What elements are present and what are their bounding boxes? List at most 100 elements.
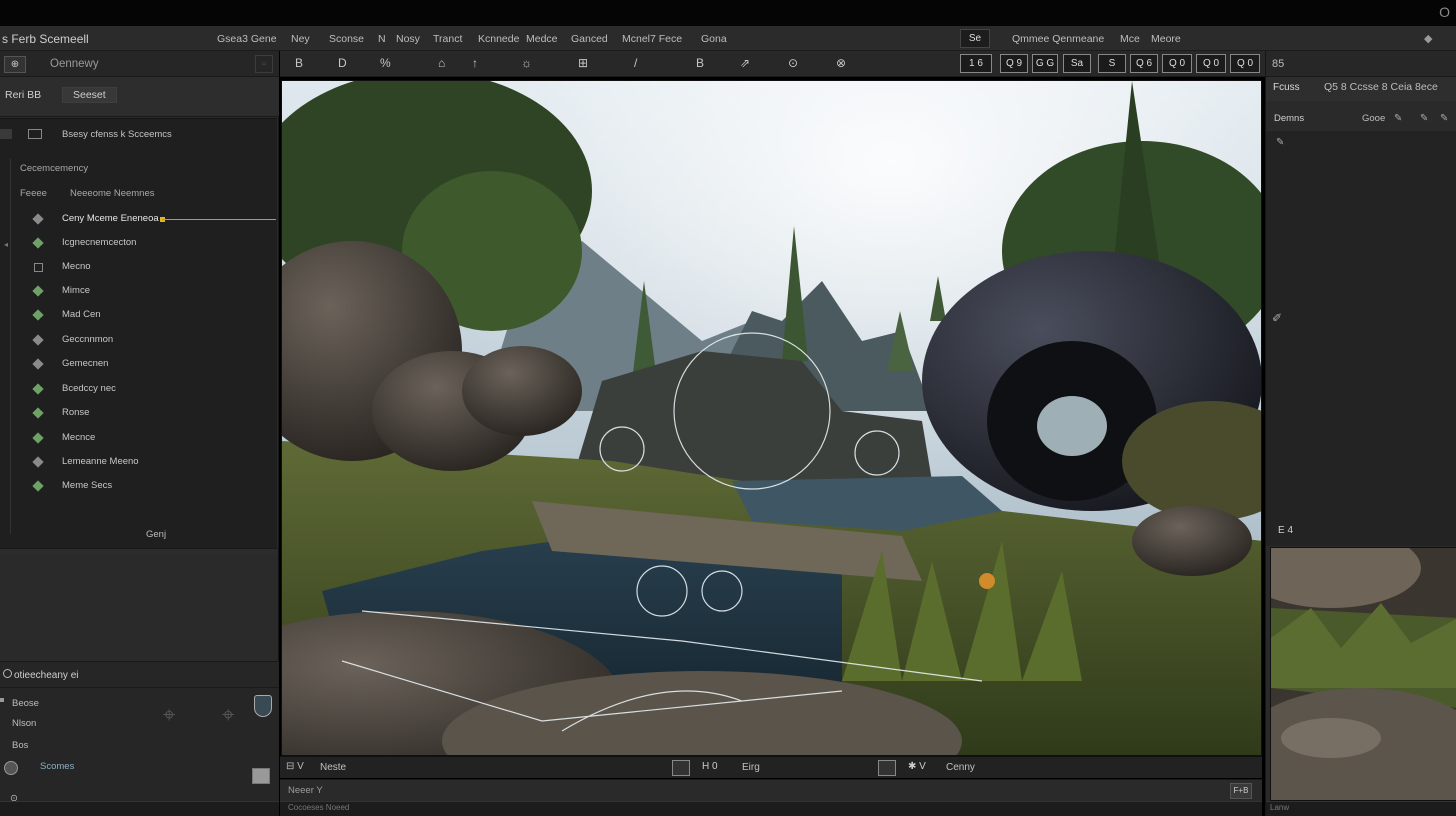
outliner-item-label: Ceny Mceme Eneneoa (62, 213, 159, 224)
menu-item-medce[interactable]: Medce (526, 33, 558, 45)
menu-item-sconse[interactable]: Sconse (329, 33, 364, 45)
left-panel: ⊕ Oennewy ▫ Reri BB Seeset Bsesy cfenss … (0, 51, 279, 816)
details-field[interactable]: Scomes (40, 761, 74, 772)
mesh-icon (34, 263, 43, 272)
window-top-strip: O (0, 0, 1456, 26)
pencil-icon[interactable]: ✎ (1420, 113, 1428, 124)
viewport-chip[interactable] (672, 760, 690, 776)
outliner-root-label[interactable]: Bsesy cfenss k Scceemcs (62, 129, 172, 140)
actor-icon (32, 456, 44, 468)
menu-item-gsea3[interactable]: Gsea3 Gene (217, 33, 277, 45)
sun-icon[interactable]: ☼ (521, 56, 532, 70)
toolbar-chip[interactable]: Sa (1063, 54, 1091, 73)
outliner-item[interactable]: Ceny Mceme Eneneoa (0, 210, 277, 230)
pencil-icon[interactable]: ✎ (1440, 113, 1448, 124)
details-field[interactable]: Bos (12, 740, 28, 751)
menubar-right-badge[interactable]: Se (960, 29, 990, 48)
content-bar-button[interactable]: F+B (1230, 783, 1252, 799)
toolbar-button[interactable]: ↑ (472, 56, 478, 70)
toolbar-chip[interactable]: G G (1032, 54, 1058, 73)
outliner-item[interactable]: Geccnnmon (0, 331, 277, 351)
right-panel-header: 85 (1266, 51, 1456, 77)
actor-icon (32, 383, 44, 395)
outliner-item[interactable]: Mecno (0, 258, 277, 278)
scene-viewport[interactable] (281, 80, 1262, 756)
tab-reri[interactable]: Reri BB (5, 89, 41, 101)
outliner-item[interactable]: Bcedccy nec (0, 380, 277, 400)
outliner-item-label: Ronse (62, 407, 90, 418)
right-panel-title: 85 (1272, 58, 1285, 70)
toolbar-button[interactable]: D (338, 56, 347, 70)
toolbar-chip[interactable]: Q 6 (1130, 54, 1158, 73)
pencil-icon[interactable]: ✎ (1276, 137, 1284, 148)
outliner-item[interactable]: Lemeanne Meeno (0, 453, 277, 473)
details-field[interactable]: Nlson (12, 718, 36, 729)
rotate-icon[interactable]: ⊙ (788, 56, 798, 70)
menu-item-right-qmmee[interactable]: Qmmee Qenmeane (1012, 33, 1104, 45)
toolbar-chip[interactable]: Q 0 (1230, 54, 1260, 73)
toolbar-chip[interactable]: 1 6 (960, 54, 992, 73)
outliner-item-label: Bcedccy nec (62, 383, 116, 394)
height-icon[interactable]: H 0 (702, 761, 718, 772)
outliner-item[interactable]: Mecnce (0, 429, 277, 449)
scene-outliner: Bsesy cfenss k Scceemcs Cecemcemency Fee… (0, 118, 277, 548)
pencil-icon[interactable]: ✎ (1394, 113, 1402, 124)
toolbar-button[interactable]: % (380, 56, 391, 70)
add-icon[interactable]: ⊕ (4, 56, 26, 73)
outliner-column-name[interactable]: Neeeome Neemnes (70, 188, 155, 199)
home-icon[interactable]: ⌂ (438, 56, 445, 70)
toolbar-chip[interactable]: S (1098, 54, 1126, 73)
toolbar-button[interactable]: / (634, 56, 637, 70)
ghost-icon: ⌖ (163, 702, 176, 727)
star-icon[interactable]: ✱ V (908, 761, 926, 772)
toolbar-button[interactable]: B (696, 56, 704, 70)
outliner-item[interactable]: Meme Secs (0, 477, 277, 497)
grid-icon[interactable]: ⊟ V (286, 761, 304, 772)
menu-item-right-mce[interactable]: Mce (1120, 33, 1140, 45)
tab-seeset[interactable]: Seeset (62, 87, 117, 103)
panel-options-icon[interactable]: ▫ (255, 55, 273, 73)
menu-item-kcnnede[interactable]: Kcnnede (478, 33, 519, 45)
details-radio[interactable] (4, 761, 18, 775)
grid-icon[interactable]: ⊞ (578, 56, 588, 70)
menu-item-ganced[interactable]: Ganced (571, 33, 608, 45)
right-bottom-strip: Lanw (1266, 801, 1456, 816)
menu-item-mcnel7[interactable]: Mcnel7 Fece (622, 33, 682, 45)
outliner-item[interactable]: Mad Cen (0, 306, 277, 326)
outliner-item[interactable]: Ronse (0, 404, 277, 424)
menu-item-ney[interactable]: Ney (291, 33, 310, 45)
outliner-collapse-tab[interactable] (0, 129, 12, 139)
outliner-item[interactable]: Mimce (0, 282, 277, 302)
left-panel-title: Oennewy (50, 58, 99, 70)
toolbar-chip[interactable]: Q 9 (1000, 54, 1028, 73)
shield-icon[interactable] (254, 695, 272, 717)
details-toggle-button[interactable] (252, 768, 270, 784)
menu-item-gona[interactable]: Gona (701, 33, 727, 45)
menu-item-right-meore[interactable]: Meore (1151, 33, 1181, 45)
menu-item-n[interactable]: N (378, 33, 386, 45)
toolbar-button[interactable]: B (295, 56, 303, 70)
preview-thumbnail[interactable] (1270, 547, 1456, 801)
outliner-item[interactable]: Gemecnen (0, 355, 277, 375)
transform-icon[interactable]: ⇗ (740, 56, 750, 70)
details-field[interactable]: Beose (12, 698, 39, 709)
menu-item-nosy[interactable]: Nosy (396, 33, 420, 45)
outliner-column-type[interactable]: Feeee (20, 188, 47, 199)
details-divider (0, 687, 279, 688)
outliner-item-label: Icgnecnemcecton (62, 237, 137, 248)
right-panel-footer: E 4 (1278, 525, 1294, 536)
right-row-value[interactable]: Q5 8 Ccsse 8 Ceia 8ece (1324, 81, 1438, 93)
pin-icon[interactable]: ◆ (1424, 32, 1432, 45)
outliner-footer-label: Genj (146, 529, 167, 540)
viewport-chip[interactable] (878, 760, 896, 776)
pen-icon[interactable]: ✐ (1272, 311, 1282, 325)
actor-icon (32, 407, 44, 419)
snap-icon[interactable]: ⊗ (836, 56, 846, 70)
toolbar-chip[interactable]: Q 0 (1196, 54, 1226, 73)
toolbar-chip[interactable]: Q 0 (1162, 54, 1192, 73)
outliner-scrollbar[interactable] (0, 548, 277, 554)
right-row-value[interactable]: Gooe (1362, 113, 1385, 124)
actor-icon (32, 285, 44, 297)
outliner-item[interactable]: Icgnecnemcecton (0, 234, 277, 254)
menu-item-tranct[interactable]: Tranct (433, 33, 462, 45)
